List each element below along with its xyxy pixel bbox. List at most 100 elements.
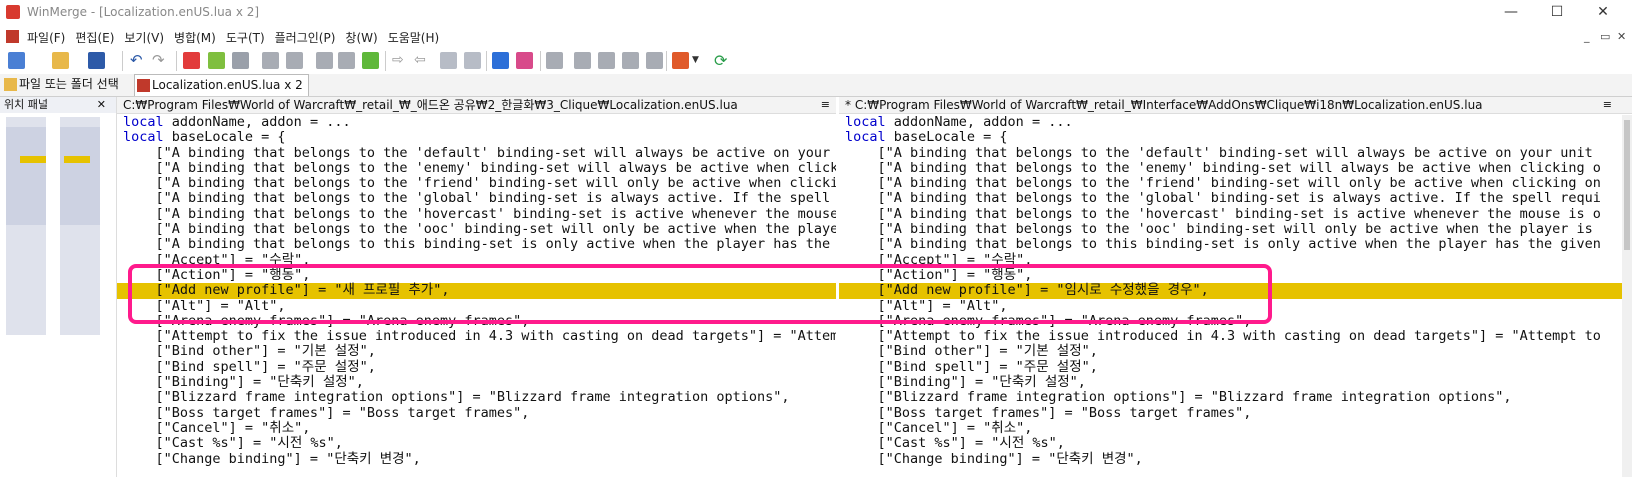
menu-window[interactable]: 창(W) bbox=[342, 29, 384, 46]
code-line[interactable]: ["A binding that belongs to the 'friend'… bbox=[845, 176, 1632, 191]
code-line[interactable]: ["A binding that belongs to the 'ooc' bi… bbox=[845, 221, 1632, 237]
undo-icon[interactable]: ↶ bbox=[130, 52, 147, 69]
code-line[interactable]: ["A binding that belongs to this binding… bbox=[845, 237, 1632, 252]
code-line[interactable]: ["Cast %s"] = "시전 %s", bbox=[845, 436, 1632, 451]
code-line[interactable]: ["A binding that belongs to the 'hoverca… bbox=[123, 206, 837, 222]
menu-view[interactable]: 보기(V) bbox=[121, 29, 171, 46]
code-line[interactable]: ["Blizzard frame integration options"] =… bbox=[123, 390, 836, 405]
code-text: ["Boss target frames"] = "Boss target fr… bbox=[123, 404, 530, 421]
last-icon[interactable] bbox=[646, 52, 663, 69]
vertical-scrollbar[interactable] bbox=[1622, 115, 1632, 477]
code-line[interactable]: ["Bind spell"] = "주문 설정", bbox=[845, 359, 1632, 375]
menu-plugins[interactable]: 플러그인(P) bbox=[272, 29, 343, 46]
next-diff-icon[interactable] bbox=[316, 52, 333, 69]
code-line[interactable]: ["Bind other"] = "기본 설정", bbox=[123, 344, 836, 359]
code-text: ["A binding that belongs to the 'friend'… bbox=[845, 175, 1601, 192]
code-line[interactable]: local addonName, addon = ... bbox=[845, 114, 1632, 130]
minimize-button[interactable]: — bbox=[1488, 0, 1534, 24]
chevron-down-icon[interactable]: ▼ bbox=[692, 52, 709, 69]
pane-menu-icon[interactable]: ≡ bbox=[821, 97, 830, 113]
code-line[interactable]: ["A binding that belongs to this binding… bbox=[123, 237, 836, 252]
prev-icon[interactable] bbox=[598, 52, 615, 69]
compare-icon[interactable] bbox=[440, 52, 457, 69]
mdi-restore-button[interactable]: ▭ bbox=[1600, 30, 1610, 43]
copy-to-right-icon[interactable] bbox=[492, 52, 509, 69]
code-line[interactable]: ["Attempt to fix the issue introduced in… bbox=[123, 329, 837, 344]
code-line[interactable]: ["A binding that belongs to the 'global'… bbox=[845, 191, 1632, 206]
doc-icon bbox=[6, 30, 19, 43]
close-button[interactable]: ✕ bbox=[1580, 0, 1626, 24]
copy-right-icon[interactable] bbox=[208, 52, 225, 69]
copy-left-icon[interactable] bbox=[232, 52, 249, 69]
filter-icon[interactable] bbox=[464, 52, 481, 69]
code-line[interactable]: ["Change binding"] = "단축키 변경", bbox=[845, 451, 1632, 467]
scrollbar-thumb[interactable] bbox=[1624, 120, 1630, 250]
code-text: ["Cast %s"] = "시전 %s", bbox=[845, 435, 1065, 452]
prev-diff-icon[interactable] bbox=[286, 52, 303, 69]
code-line[interactable]: ["Cancel"] = "취소", bbox=[845, 420, 1632, 436]
code-line[interactable]: ["A binding that belongs to the 'global'… bbox=[123, 191, 836, 206]
keyword: local bbox=[845, 129, 886, 146]
save-icon[interactable] bbox=[88, 52, 105, 69]
location-diff-marker[interactable] bbox=[64, 156, 90, 163]
tab-select-files[interactable]: 파일 또는 폴더 선택 bbox=[2, 74, 137, 95]
menu-file[interactable]: 파일(F) bbox=[24, 29, 72, 46]
code-line[interactable]: ["Bind spell"] = "주문 설정", bbox=[123, 359, 836, 375]
location-viewport[interactable] bbox=[60, 127, 100, 225]
last-diff-icon[interactable] bbox=[338, 52, 355, 69]
tab-localization[interactable]: Localization.enUS.lua x 2 bbox=[134, 74, 309, 96]
menu-merge[interactable]: 병합(M) bbox=[171, 29, 223, 46]
code-line[interactable]: ["Blizzard frame integration options"] =… bbox=[845, 390, 1632, 405]
first-diff-icon[interactable] bbox=[262, 52, 279, 69]
location-viewport[interactable] bbox=[6, 127, 46, 225]
window-title: WinMerge - [Localization.enUS.lua x 2] bbox=[27, 5, 260, 19]
code-line[interactable]: ["A binding that belongs to the 'enemy' … bbox=[845, 160, 1632, 176]
all-icon[interactable] bbox=[546, 52, 563, 69]
code-line[interactable]: local addonName, addon = ... bbox=[123, 114, 836, 130]
location-diff-marker[interactable] bbox=[20, 156, 46, 163]
code-line[interactable]: ["Boss target frames"] = "Boss target fr… bbox=[123, 404, 836, 421]
current-diff-icon[interactable] bbox=[362, 52, 379, 69]
menu-edit[interactable]: 편집(E) bbox=[72, 29, 121, 46]
code-line[interactable]: ["Cast %s"] = "시전 %s", bbox=[123, 436, 836, 451]
location-pane-title: 위치 패널 bbox=[4, 98, 48, 111]
merge-icon[interactable] bbox=[183, 52, 200, 69]
mdi-close-button[interactable]: ✕ bbox=[1617, 30, 1626, 43]
toolbar-separator bbox=[176, 51, 177, 71]
code-line[interactable]: ["A binding that belongs to the 'friend'… bbox=[123, 176, 837, 191]
maximize-button[interactable]: ☐ bbox=[1534, 0, 1580, 24]
code-line[interactable]: ["A binding that belongs to the 'default… bbox=[845, 145, 1632, 161]
code-line[interactable]: ["Binding"] = "단축키 설정", bbox=[123, 374, 836, 391]
code-line[interactable]: ["A binding that belongs to the 'hoverca… bbox=[845, 205, 1632, 222]
first-icon[interactable] bbox=[574, 52, 591, 69]
open-icon[interactable] bbox=[52, 52, 69, 69]
code-line[interactable]: ["Boss target frames"] = "Boss target fr… bbox=[845, 405, 1632, 421]
code-line[interactable]: ["Attempt to fix the issue introduced in… bbox=[845, 329, 1632, 344]
next-icon[interactable] bbox=[622, 52, 639, 69]
options-icon[interactable] bbox=[672, 52, 689, 69]
code-text: ["Binding"] = "단축키 설정", bbox=[123, 374, 364, 391]
refresh-icon[interactable]: ⟳ bbox=[714, 52, 731, 69]
code-line[interactable]: local baseLocale = { bbox=[123, 130, 836, 145]
code-text: ["A binding that belongs to the 'hoverca… bbox=[845, 205, 1601, 222]
code-line[interactable]: ["A binding that belongs to the 'ooc' bi… bbox=[123, 221, 837, 237]
copy-to-left-icon[interactable] bbox=[516, 52, 533, 69]
code-line[interactable]: ["Cancel"] = "취소", bbox=[123, 420, 836, 436]
prev-file-icon[interactable]: ⇦ bbox=[414, 52, 431, 69]
code-line[interactable]: ["Bind other"] = "기본 설정", bbox=[845, 344, 1632, 359]
pane-menu-icon[interactable]: ≡ bbox=[1603, 97, 1612, 113]
code-line[interactable]: ["Binding"] = "단축키 설정", bbox=[845, 374, 1632, 390]
next-file-icon[interactable]: ⇨ bbox=[392, 52, 409, 69]
close-icon[interactable]: ✕ bbox=[97, 97, 106, 113]
tab-bar: 파일 또는 폴더 선택 Localization.enUS.lua x 2 bbox=[0, 74, 1632, 97]
redo-icon[interactable]: ↷ bbox=[152, 52, 169, 69]
mdi-minimize-button[interactable]: _ bbox=[1584, 30, 1590, 43]
menu-help[interactable]: 도움말(H) bbox=[385, 29, 447, 46]
menu-tools[interactable]: 도구(T) bbox=[223, 29, 272, 46]
code-line[interactable]: local baseLocale = { bbox=[845, 130, 1632, 145]
new-icon[interactable] bbox=[8, 52, 25, 69]
code-line[interactable]: ["A binding that belongs to the 'enemy' … bbox=[123, 160, 837, 176]
code-line[interactable]: ["A binding that belongs to the 'default… bbox=[123, 145, 836, 161]
code-line[interactable]: ["Change binding"] = "단축키 변경", bbox=[123, 451, 836, 467]
toolbar-separator bbox=[666, 51, 667, 71]
